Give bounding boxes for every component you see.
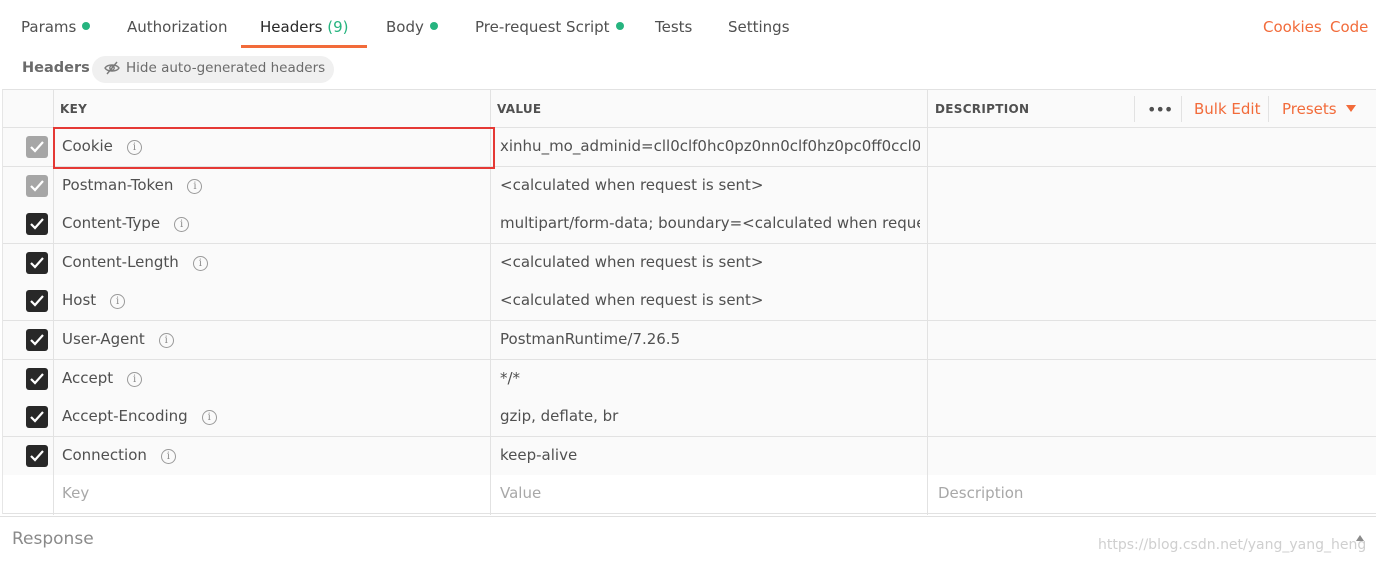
row-checkbox[interactable] <box>26 251 48 274</box>
header-key-text: Accept-Encoding <box>62 407 188 426</box>
tab-headers-label: Headers <box>260 18 323 36</box>
tab-settings-label: Settings <box>728 18 790 36</box>
header-key-text: Content-Type <box>62 214 161 233</box>
header-value-cell[interactable]: keep-alive <box>500 446 920 464</box>
tab-settings[interactable]: Settings <box>728 18 790 36</box>
info-icon[interactable]: i <box>158 333 174 348</box>
header-key-cell[interactable]: User-Agent i <box>62 330 174 348</box>
bulk-edit-button[interactable]: Bulk Edit <box>1194 100 1260 118</box>
active-tab-indicator <box>241 45 367 48</box>
info-icon[interactable]: i <box>192 255 208 271</box>
cookie-highlight-box <box>53 127 495 169</box>
header-key-cell[interactable]: Accept-Encoding i <box>62 407 217 426</box>
tab-pre-request-label: Pre-request Script <box>475 18 610 36</box>
header-divider <box>1268 96 1269 122</box>
row-checkbox[interactable] <box>26 444 48 467</box>
header-divider <box>1134 96 1135 122</box>
tab-pre-request-script[interactable]: Pre-request Script <box>475 18 624 36</box>
header-value-cell[interactable]: multipart/form-data; boundary=<calculate… <box>500 214 920 232</box>
header-key-cell[interactable]: Connection i <box>62 446 176 464</box>
info-icon[interactable]: i <box>127 371 143 387</box>
request-tabs: Params Authorization Headers (9) Body Pr… <box>0 0 1376 50</box>
headers-section-title: Headers <box>22 60 90 76</box>
row-checkbox[interactable] <box>26 406 48 429</box>
chevron-down-icon <box>1345 105 1356 112</box>
tab-headers-count: (9) <box>327 18 349 36</box>
column-divider <box>927 90 928 515</box>
table-row: Connection i keep-alive <box>3 436 1376 476</box>
header-key-text: Postman-Token <box>62 175 174 194</box>
header-value-cell[interactable]: xinhu_mo_adminid=cll0clf0hc0pz0nn0clf0hz… <box>500 137 920 155</box>
new-header-row: Key Value Description <box>3 475 1376 515</box>
pre-request-dot-icon <box>615 22 624 30</box>
header-value-cell[interactable]: <calculated when request is sent> <box>500 176 920 194</box>
header-divider <box>1181 96 1182 122</box>
table-row: Accept-Encoding i gzip, deflate, br <box>3 398 1376 438</box>
info-icon[interactable]: i <box>160 448 176 464</box>
table-row: Content-Length i <calculated when request … <box>3 243 1376 283</box>
header-value-cell[interactable]: gzip, deflate, br <box>500 407 920 425</box>
header-key-cell[interactable]: Host i <box>62 291 126 310</box>
info-icon[interactable]: i <box>187 178 203 194</box>
table-row: Accept i */* <box>3 359 1376 399</box>
chevron-up-icon[interactable] <box>1356 535 1364 541</box>
column-key: KEY <box>60 102 88 116</box>
row-checkbox[interactable] <box>26 174 48 197</box>
tab-params-label: Params <box>21 18 77 36</box>
row-checkbox[interactable] <box>26 213 48 236</box>
table-header: KEY VALUE DESCRIPTION ••• Bulk Edit Pres… <box>3 90 1376 128</box>
column-description: DESCRIPTION <box>935 102 1030 116</box>
header-key-cell[interactable]: Accept i <box>62 368 143 387</box>
body-dot-icon <box>429 22 438 30</box>
header-value-cell[interactable]: <calculated when request is sent> <box>500 291 920 309</box>
new-key-input[interactable]: Key <box>62 484 89 502</box>
header-key-cell[interactable]: Content-Length i <box>62 253 208 271</box>
header-value-cell[interactable]: */* <box>500 369 920 387</box>
tab-tests-label: Tests <box>655 18 693 36</box>
tab-body-label: Body <box>386 18 424 36</box>
column-value: VALUE <box>497 102 542 116</box>
watermark: https://blog.csdn.net/yang_yang_heng <box>1098 537 1367 553</box>
new-description-input[interactable]: Description <box>938 484 1358 502</box>
params-dot-icon <box>82 22 91 30</box>
tab-authorization-label: Authorization <box>127 18 228 36</box>
hide-button-label: Hide auto-generated headers <box>126 60 326 76</box>
cookies-link[interactable]: Cookies <box>1263 18 1322 36</box>
presets-dropdown[interactable]: Presets <box>1282 100 1356 118</box>
eye-slash-icon <box>104 61 120 75</box>
table-row: Host i <calculated when request is sent> <box>3 282 1376 322</box>
header-key-text: Content-Length <box>62 252 179 271</box>
code-link[interactable]: Code <box>1330 18 1368 36</box>
info-icon[interactable]: i <box>201 410 217 426</box>
header-key-text: User-Agent <box>62 330 145 348</box>
header-key-text: Connection <box>62 445 147 464</box>
info-icon[interactable]: i <box>110 294 126 310</box>
table-row: Postman-Token i <calculated when request i… <box>3 166 1376 206</box>
table-row: User-Agent i PostmanRuntime/7.26.5 <box>3 321 1376 360</box>
row-checkbox[interactable] <box>26 290 48 313</box>
row-checkbox[interactable] <box>26 367 48 390</box>
presets-label: Presets <box>1282 100 1337 118</box>
new-value-input[interactable]: Value <box>500 484 920 502</box>
header-key-cell[interactable]: Content-Type i <box>62 214 190 233</box>
tab-body[interactable]: Body <box>386 18 438 36</box>
response-pane[interactable]: Response https://blog.csdn.net/yang_yang… <box>0 516 1376 562</box>
tab-tests[interactable]: Tests <box>655 18 692 36</box>
tab-authorization[interactable]: Authorization <box>127 18 227 36</box>
info-icon[interactable]: i <box>174 217 190 233</box>
tab-headers[interactable]: Headers (9) <box>260 18 348 36</box>
header-value-cell[interactable]: <calculated when request is sent> <box>500 253 920 271</box>
more-options-icon[interactable]: ••• <box>1147 100 1173 119</box>
header-key-text: Host <box>62 291 97 310</box>
row-checkbox[interactable] <box>26 329 48 351</box>
header-key-text: Accept <box>62 368 114 387</box>
header-key-cell[interactable]: Postman-Token i <box>62 175 203 194</box>
row-checkbox[interactable] <box>26 136 48 158</box>
hide-auto-generated-headers-button[interactable]: Hide auto-generated headers <box>92 56 334 83</box>
tab-params[interactable]: Params <box>21 18 91 36</box>
header-value-cell[interactable]: PostmanRuntime/7.26.5 <box>500 330 920 348</box>
response-label: Response <box>12 529 94 549</box>
table-row: Content-Type i multipart/form-data; bounda… <box>3 205 1376 245</box>
